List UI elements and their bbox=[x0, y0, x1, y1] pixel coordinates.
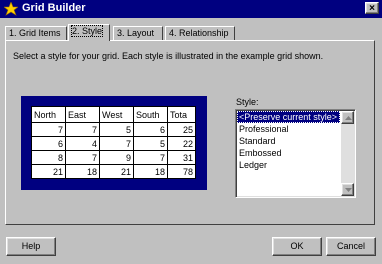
close-icon: × bbox=[369, 3, 375, 14]
tab-layout[interactable]: 3. Layout bbox=[113, 26, 163, 40]
grid-cell: 18 bbox=[65, 164, 100, 179]
cancel-button[interactable]: Cancel bbox=[326, 237, 376, 256]
style-label: Style: bbox=[236, 97, 259, 107]
tab-label: 2. Style bbox=[70, 25, 104, 37]
tab-label: 1. Grid Items bbox=[9, 28, 61, 38]
grid-cell: 6 bbox=[133, 122, 168, 137]
ok-button[interactable]: OK bbox=[272, 237, 322, 256]
grid-header-cell: South bbox=[133, 106, 168, 123]
grid-row: 8 7 9 7 31 bbox=[31, 150, 196, 165]
grid-cell: 22 bbox=[167, 136, 196, 151]
style-option-ledger[interactable]: Ledger bbox=[237, 159, 340, 171]
grid-builder-icon bbox=[3, 1, 19, 16]
scroll-down-button[interactable] bbox=[341, 183, 354, 196]
grid-cell: 18 bbox=[133, 164, 168, 179]
tab-label: 4. Relationship bbox=[169, 28, 229, 38]
style-option-preserve[interactable]: <Preserve current style> bbox=[237, 111, 340, 123]
grid-cell: 7 bbox=[133, 150, 168, 165]
grid-cell: 78 bbox=[167, 164, 196, 179]
grid-cell: 5 bbox=[99, 122, 134, 137]
grid-cell: 6 bbox=[31, 136, 66, 151]
vertical-scrollbar[interactable] bbox=[341, 111, 354, 196]
tab-relationship[interactable]: 4. Relationship bbox=[165, 26, 235, 40]
grid-cell: 7 bbox=[65, 122, 100, 137]
title-bar[interactable]: Grid Builder × bbox=[0, 0, 382, 18]
grid-cell: 8 bbox=[31, 150, 66, 165]
style-option-standard[interactable]: Standard bbox=[237, 135, 340, 147]
style-options: <Preserve current style> Professional St… bbox=[237, 111, 340, 171]
grid-cell: 21 bbox=[31, 164, 66, 179]
grid-cell: 7 bbox=[31, 122, 66, 137]
grid-header-row: North East West South Tota bbox=[31, 106, 196, 123]
grid-cell: 25 bbox=[167, 122, 196, 137]
grid-cell: 7 bbox=[99, 136, 134, 151]
example-grid: North East West South Tota 7 7 5 6 25 6 … bbox=[31, 106, 196, 179]
scroll-up-button[interactable] bbox=[341, 111, 354, 124]
grid-cell: 5 bbox=[133, 136, 168, 151]
style-option-professional[interactable]: Professional bbox=[237, 123, 340, 135]
grid-header-cell: West bbox=[99, 106, 134, 123]
window-title: Grid Builder bbox=[22, 2, 86, 14]
grid-header-cell: Tota bbox=[167, 106, 196, 123]
grid-cell: 31 bbox=[167, 150, 196, 165]
tab-style[interactable]: 2. Style bbox=[68, 24, 110, 41]
arrow-up-icon bbox=[345, 116, 352, 120]
style-option-embossed[interactable]: Embossed bbox=[237, 147, 340, 159]
grid-header-cell: North bbox=[31, 106, 66, 123]
tab-label: 3. Layout bbox=[117, 28, 155, 38]
grid-cell: 4 bbox=[65, 136, 100, 151]
close-button[interactable]: × bbox=[365, 2, 379, 14]
grid-row: 6 4 7 5 22 bbox=[31, 136, 196, 151]
grid-row: 21 18 21 18 78 bbox=[31, 164, 196, 179]
style-listbox[interactable]: <Preserve current style> Professional St… bbox=[235, 109, 356, 198]
instruction-text: Select a style for your grid. Each style… bbox=[13, 51, 324, 61]
grid-row: 7 7 5 6 25 bbox=[31, 122, 196, 137]
help-button[interactable]: Help bbox=[6, 237, 56, 256]
arrow-down-icon bbox=[345, 188, 352, 192]
grid-header-cell: East bbox=[65, 106, 100, 123]
grid-cell: 7 bbox=[65, 150, 100, 165]
grid-cell: 21 bbox=[99, 164, 134, 179]
grid-cell: 9 bbox=[99, 150, 134, 165]
tab-grid-items[interactable]: 1. Grid Items bbox=[5, 26, 67, 40]
